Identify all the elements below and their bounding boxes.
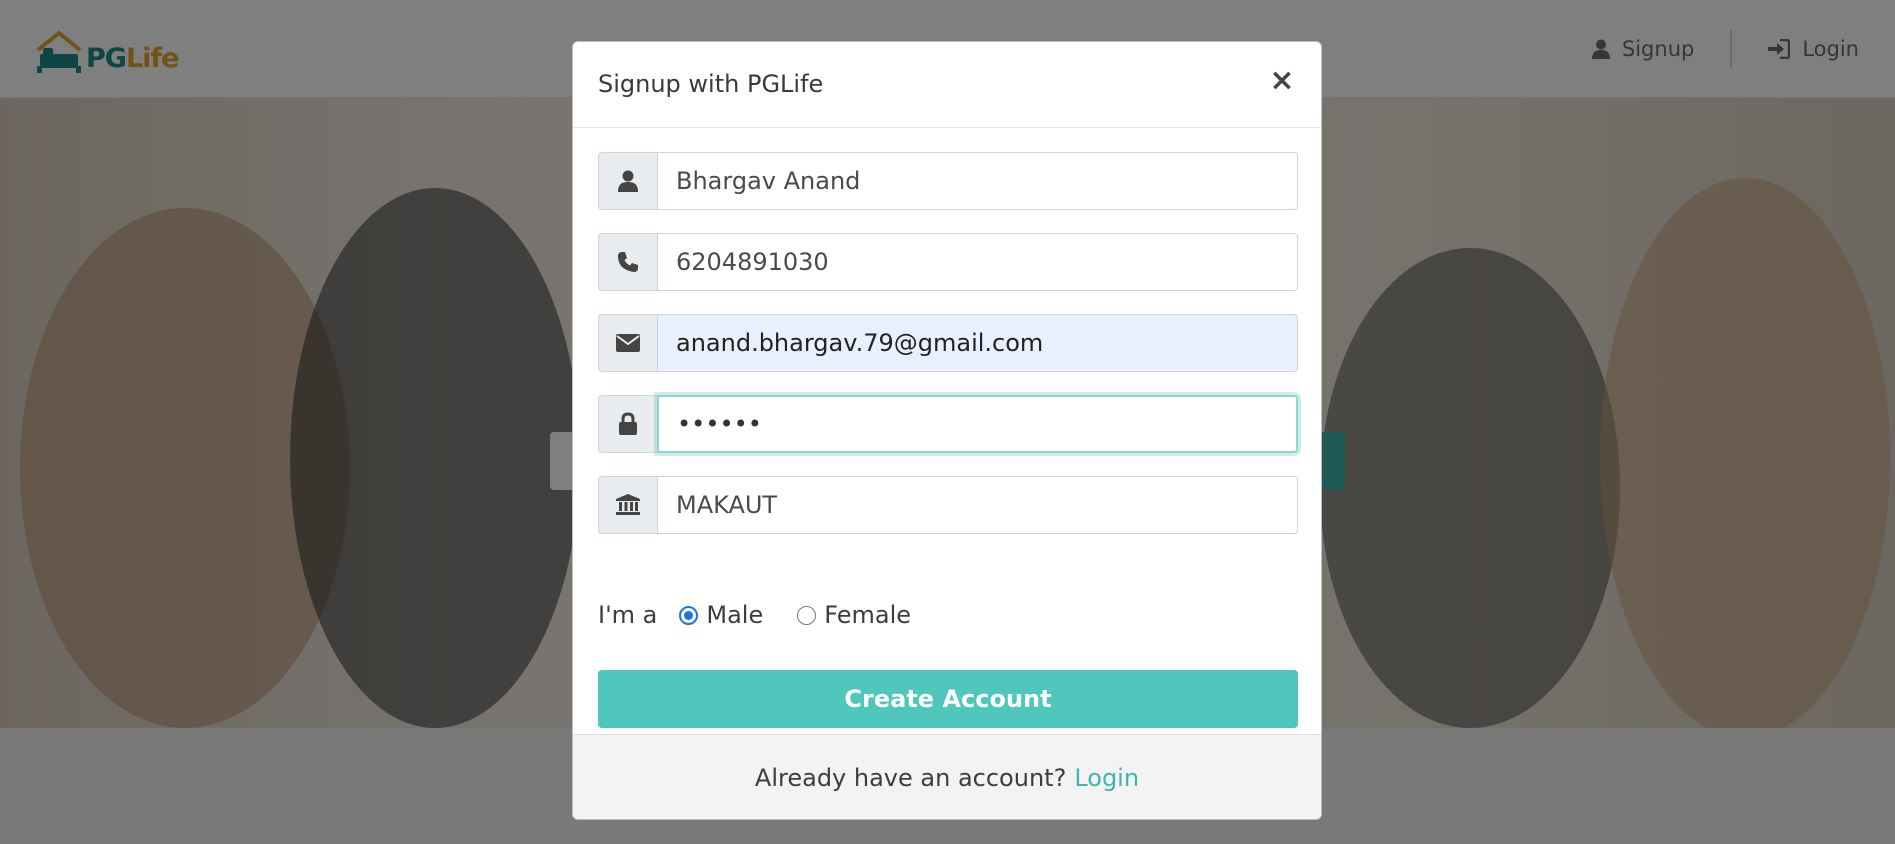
full-name-group	[598, 152, 1298, 210]
password-input[interactable]	[657, 395, 1298, 453]
male-label: Male	[706, 601, 764, 629]
gender-option-male[interactable]: Male	[679, 601, 763, 629]
gender-label: I'm a	[598, 601, 658, 629]
gender-selector: I'm a Male Female	[598, 600, 945, 630]
create-account-button[interactable]: Create Account	[598, 670, 1298, 728]
modal-header: Signup with PGLife ×	[573, 42, 1321, 128]
user-icon	[598, 152, 657, 210]
email-input[interactable]	[657, 314, 1298, 372]
phone-input[interactable]	[657, 233, 1298, 291]
phone-group	[598, 233, 1298, 291]
footer-text: Already have an account?	[754, 764, 1067, 792]
envelope-icon	[598, 314, 657, 372]
signup-modal: Signup with PGLife × Bhargav Anand 62048…	[572, 41, 1322, 820]
footer-login-link[interactable]: Login	[1074, 764, 1139, 792]
password-group	[598, 395, 1298, 453]
college-input[interactable]	[657, 476, 1298, 534]
female-label: Female	[824, 601, 912, 629]
gender-option-female[interactable]: Female	[797, 601, 911, 629]
phone-icon	[598, 233, 657, 291]
modal-footer: Already have an account? Login	[573, 734, 1321, 819]
college-group	[598, 476, 1298, 534]
close-icon[interactable]: ×	[1265, 64, 1299, 98]
university-icon	[598, 476, 657, 534]
male-radio[interactable]	[679, 605, 699, 625]
female-radio[interactable]	[797, 605, 817, 625]
lock-icon	[598, 395, 657, 453]
full-name-input[interactable]	[657, 152, 1298, 210]
email-group	[598, 314, 1298, 372]
modal-title: Signup with PGLife	[598, 70, 824, 98]
